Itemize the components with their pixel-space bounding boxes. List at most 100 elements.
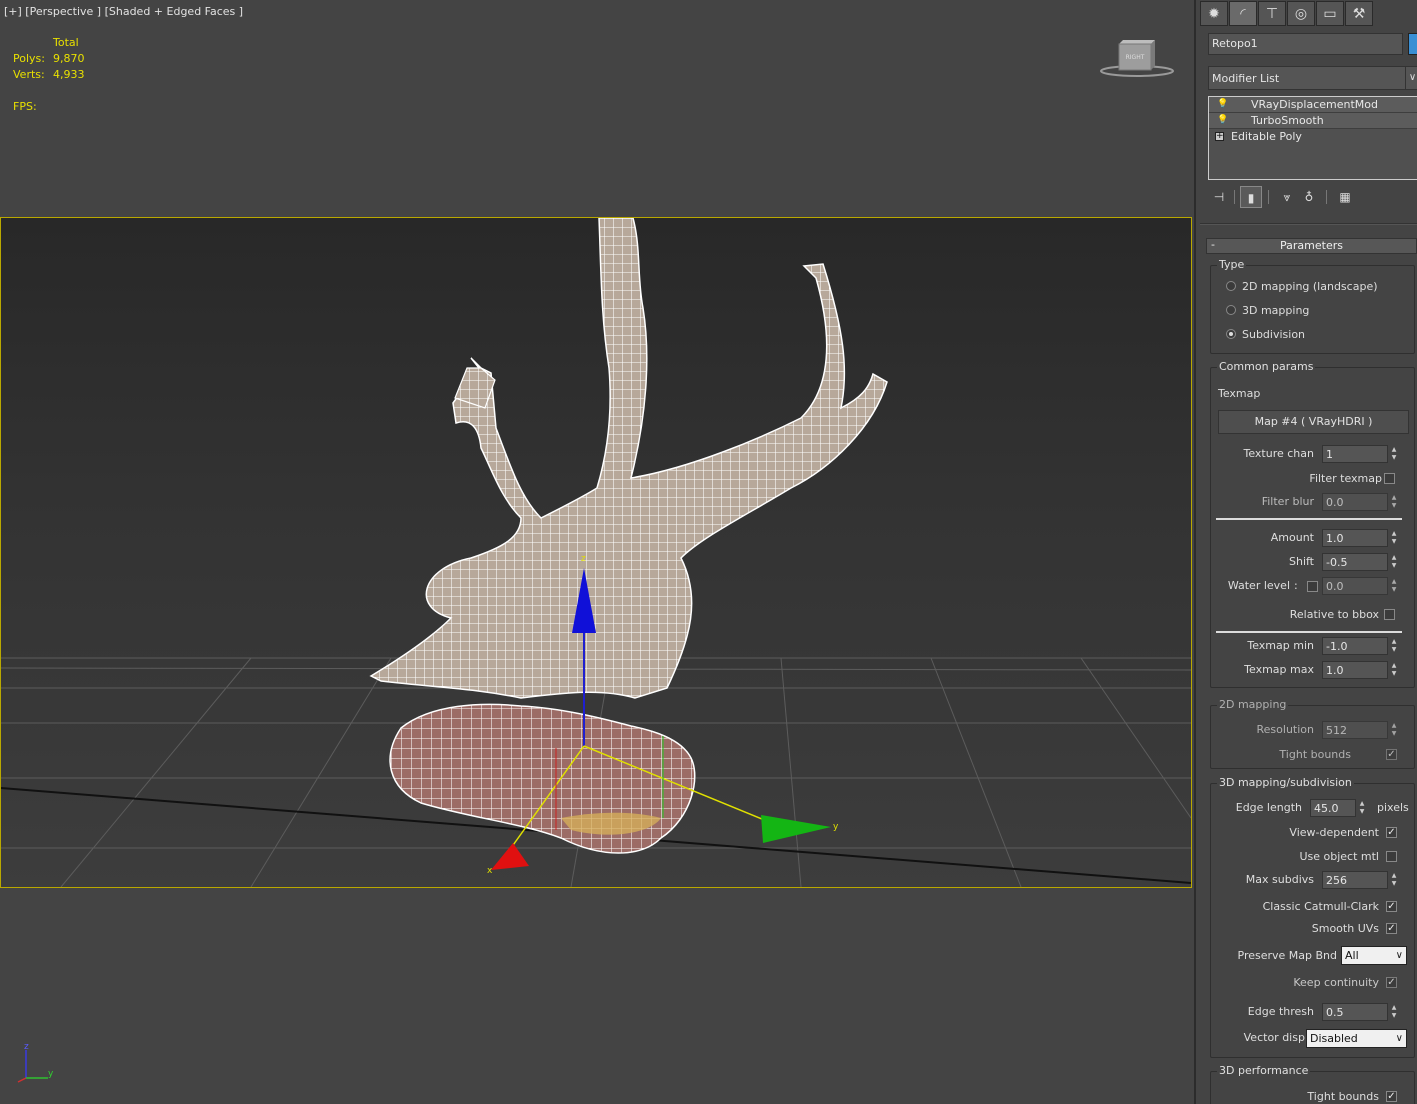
object-name-field[interactable]: Retopo1: [1208, 33, 1403, 55]
spinner-arrows-icon[interactable]: ▲ ▼: [1389, 1004, 1399, 1022]
relative-bbox-checkbox[interactable]: [1384, 609, 1395, 620]
edge-length-spinner[interactable]: 45.0 ▲ ▼: [1310, 799, 1364, 817]
shift-label: Shift: [1288, 555, 1314, 568]
vector-displ-dropdown[interactable]: Disabled ∨: [1306, 1029, 1407, 1048]
display-icon: ▭: [1323, 5, 1337, 22]
spinner-arrows-icon[interactable]: ▲ ▼: [1389, 530, 1399, 548]
texture-chan-spinner[interactable]: 1 ▲ ▼: [1322, 445, 1396, 463]
texmap-min-spinner[interactable]: -1.0 ▲ ▼: [1322, 637, 1396, 655]
filter-texmap-label: Filter texmap: [1309, 472, 1382, 485]
spinner-arrows-icon[interactable]: ▲ ▼: [1389, 638, 1399, 656]
motion-tab[interactable]: ◎: [1287, 1, 1315, 26]
spinner-arrows-icon[interactable]: ▲ ▼: [1389, 722, 1399, 740]
spinner-arrows-icon[interactable]: ▲ ▼: [1357, 800, 1367, 818]
hierarchy-tab[interactable]: ⊤: [1258, 1, 1286, 26]
radio-icon[interactable]: [1226, 329, 1236, 339]
stack-item-editable-poly[interactable]: + Editable Poly: [1209, 129, 1417, 145]
use-object-mtl-checkbox[interactable]: [1386, 851, 1397, 862]
edge-length-label: Edge length: [1235, 801, 1302, 814]
common-params-title: Common params: [1217, 360, 1316, 373]
spinner-arrows-icon[interactable]: ▲ ▼: [1389, 446, 1399, 464]
texture-chan-label: Texture chan: [1243, 447, 1315, 460]
spinner-arrows-icon[interactable]: ▲ ▼: [1389, 494, 1399, 512]
skull-mesh[interactable]: [369, 218, 888, 854]
viewcube[interactable]: RIGHT: [1099, 38, 1175, 80]
filter-blur-spinner[interactable]: 0.0 ▲ ▼: [1322, 493, 1396, 511]
view-dependent-checkbox[interactable]: ✓: [1386, 827, 1397, 838]
motion-icon: ◎: [1294, 5, 1308, 22]
type-group: Type: [1210, 258, 1415, 354]
use-object-mtl-label: Use object mtl: [1299, 850, 1379, 863]
spinner-arrows-icon[interactable]: ▲ ▼: [1389, 662, 1399, 680]
stack-item-label: Editable Poly: [1231, 130, 1302, 143]
spinner-arrows-icon[interactable]: ▲ ▼: [1389, 872, 1399, 890]
hierarchy-icon: ⊤: [1265, 5, 1279, 22]
pin-stack-icon[interactable]: ⊣: [1208, 186, 1230, 208]
make-unique-icon[interactable]: ⩔: [1276, 186, 1298, 208]
bulb-icon[interactable]: 💡: [1217, 115, 1228, 126]
stack-item-label: TurboSmooth: [1251, 114, 1324, 127]
radio-label: Subdivision: [1242, 328, 1306, 341]
expand-icon[interactable]: +: [1215, 132, 1224, 141]
radio-label: 2D mapping (landscape): [1242, 280, 1378, 293]
texmap-max-label: Texmap max: [1244, 663, 1314, 676]
filter-texmap-checkbox[interactable]: [1384, 473, 1395, 484]
spinner-value: 0.5: [1326, 1006, 1344, 1019]
polys-value: 9,870: [53, 52, 85, 65]
water-level-checkbox[interactable]: [1307, 581, 1318, 592]
water-level-colon: :: [1294, 579, 1298, 592]
spinner-value: 0.0: [1326, 496, 1344, 509]
viewport-label[interactable]: [+] [Perspective ] [Shaded + Edged Faces…: [4, 5, 243, 18]
radio-icon[interactable]: [1226, 281, 1236, 291]
tight-bounds-3d-checkbox[interactable]: ✓: [1386, 1091, 1397, 1102]
preserve-map-bnd-dropdown[interactable]: All ∨: [1341, 946, 1407, 965]
spinner-arrows-icon[interactable]: ▲ ▼: [1389, 554, 1399, 572]
perspective-viewport[interactable]: [+] [Perspective ] [Shaded + Edged Faces…: [0, 0, 1194, 1104]
configure-sets-icon[interactable]: ▦: [1334, 186, 1356, 208]
modifier-list-dropdown[interactable]: Modifier List ∨: [1208, 66, 1417, 90]
classic-catmull-clark-checkbox[interactable]: ✓: [1386, 901, 1397, 912]
scene-canvas[interactable]: x y z: [1, 218, 1191, 887]
water-level-spinner[interactable]: 0.0 ▲ ▼: [1322, 577, 1396, 595]
show-end-result-icon[interactable]: ▮: [1240, 186, 1262, 208]
smooth-uvs-checkbox[interactable]: ✓: [1386, 923, 1397, 934]
spinner-value: 256: [1326, 874, 1347, 887]
amount-label: Amount: [1270, 531, 1314, 544]
modify-tab[interactable]: ◜: [1229, 1, 1257, 26]
relative-bbox-label: Relative to bbox: [1289, 608, 1379, 621]
texmap-button[interactable]: Map #4 ( VRayHDRI ): [1218, 410, 1409, 434]
safe-frame: x y z: [0, 217, 1192, 888]
object-color-swatch[interactable]: [1408, 33, 1417, 55]
keep-continuity-checkbox[interactable]: ✓: [1386, 977, 1397, 988]
texmap-max-spinner[interactable]: 1.0 ▲ ▼: [1322, 661, 1396, 679]
resolution-spinner[interactable]: 512 ▲ ▼: [1322, 721, 1396, 739]
chevron-down-icon: ∨: [1405, 67, 1417, 89]
create-tab[interactable]: ✹: [1200, 1, 1228, 26]
parameters-rollout-header[interactable]: - Parameters: [1206, 238, 1417, 254]
modifier-stack[interactable]: 💡 VRayDisplacementMod 💡 TurboSmooth + Ed…: [1208, 96, 1417, 180]
separator: [1234, 190, 1235, 204]
amount-spinner[interactable]: 1.0 ▲ ▼: [1322, 529, 1396, 547]
collapse-icon: -: [1211, 238, 1215, 251]
stack-item-vraydisplacement[interactable]: 💡 VRayDisplacementMod: [1209, 97, 1417, 113]
chevron-down-icon: ∨: [1395, 1033, 1403, 1044]
spinner-arrows-icon[interactable]: ▲ ▼: [1389, 578, 1399, 596]
stack-item-turbosmooth[interactable]: 💡 TurboSmooth: [1209, 113, 1417, 129]
utilities-tab[interactable]: ⚒: [1345, 1, 1373, 26]
mapping-2d-title: 2D mapping: [1217, 698, 1289, 711]
bulb-icon[interactable]: 💡: [1217, 99, 1228, 110]
command-panel: ✹ ◜ ⊤ ◎ ▭ ⚒ Retopo1 Modifier List ∨ 💡 VR…: [1194, 0, 1417, 1104]
keep-continuity-label: Keep continuity: [1293, 976, 1379, 989]
edge-thresh-spinner[interactable]: 0.5 ▲ ▼: [1322, 1003, 1396, 1021]
separator: [1268, 190, 1269, 204]
performance-3d-title: 3D performance: [1217, 1064, 1311, 1077]
shift-spinner[interactable]: -0.5 ▲ ▼: [1322, 553, 1396, 571]
filter-blur-label: Filter blur: [1261, 495, 1314, 508]
display-tab[interactable]: ▭: [1316, 1, 1344, 26]
radio-icon[interactable]: [1226, 305, 1236, 315]
modifier-list-label: Modifier List: [1212, 72, 1280, 85]
texmap-label: Texmap: [1218, 387, 1261, 400]
max-subdivs-spinner[interactable]: 256 ▲ ▼: [1322, 871, 1396, 889]
tight-bounds-2d-checkbox[interactable]: ✓: [1386, 749, 1397, 760]
remove-modifier-icon[interactable]: ♁: [1298, 186, 1320, 208]
